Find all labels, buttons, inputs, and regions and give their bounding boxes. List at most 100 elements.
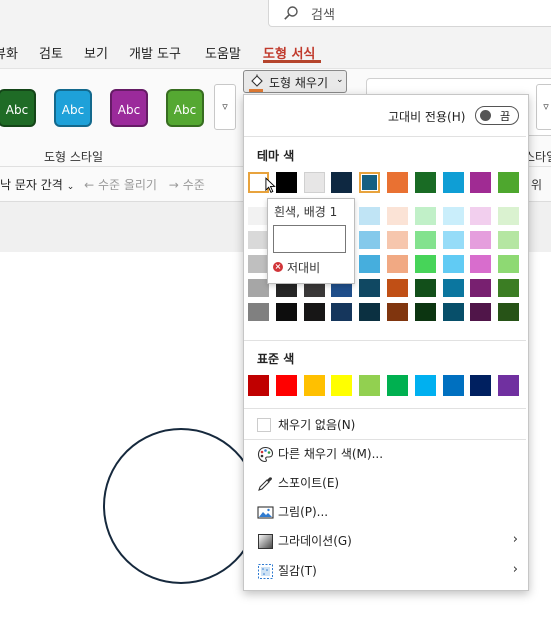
tooltip-color-name: 흰색, 배경 1 — [274, 205, 338, 219]
shape-style-2[interactable]: Abc — [54, 89, 92, 127]
theme-tint-swatch[interactable] — [443, 207, 464, 225]
gradient-icon — [258, 534, 273, 549]
theme-tint-swatch[interactable] — [359, 255, 380, 273]
theme-tint-swatch[interactable] — [470, 279, 491, 297]
shape-fill-button[interactable]: 도형 채우기 ⌄ — [243, 70, 347, 93]
theme-tint-swatch[interactable] — [359, 279, 380, 297]
dropdown-divider — [244, 340, 526, 341]
no-fill-item[interactable]: 채우기 없음(N) — [244, 411, 526, 439]
menu-item-label: 질감(T) — [278, 564, 317, 578]
gradient-fill-item[interactable]: 그라데이션(G) › — [244, 527, 526, 555]
standard-colors-title: 표준 색 — [257, 352, 295, 366]
theme-tint-swatch[interactable] — [498, 207, 519, 225]
theme-tint-swatch[interactable] — [276, 303, 297, 321]
tab-help[interactable]: 도움말 — [205, 43, 241, 62]
standard-color-swatch[interactable] — [498, 375, 519, 396]
theme-tint-swatch[interactable] — [470, 207, 491, 225]
standard-color-swatch[interactable] — [470, 375, 491, 396]
standard-color-swatch[interactable] — [331, 375, 352, 396]
theme-color-swatch[interactable] — [304, 172, 325, 193]
theme-color-swatch[interactable] — [443, 172, 464, 193]
theme-tint-swatch[interactable] — [359, 303, 380, 321]
fill-color-indicator — [249, 89, 263, 92]
standard-color-swatch[interactable] — [304, 375, 325, 396]
picture-fill-item[interactable]: 그림(P)... — [244, 498, 526, 526]
high-contrast-toggle[interactable]: 끔 — [475, 106, 519, 125]
promote-button[interactable]: 수준 올리기 — [98, 178, 157, 192]
theme-tint-swatch[interactable] — [248, 207, 269, 225]
tab-review[interactable]: 검토 — [39, 43, 63, 62]
shape-fill-label: 도형 채우기 — [269, 76, 329, 90]
search-box[interactable]: 검색 — [268, 0, 551, 27]
theme-tint-swatch[interactable] — [359, 207, 380, 225]
theme-tint-swatch[interactable] — [470, 255, 491, 273]
standard-color-swatch[interactable] — [359, 375, 380, 396]
theme-tint-swatch[interactable] — [415, 231, 436, 249]
theme-tint-swatch[interactable] — [415, 303, 436, 321]
menu-item-label: 스포이트(E) — [278, 476, 340, 490]
menu-item-label: 다른 채우기 색(M)... — [278, 447, 384, 461]
theme-tint-swatch[interactable] — [387, 279, 408, 297]
theme-tint-swatch[interactable] — [304, 303, 325, 321]
theme-tint-swatch[interactable] — [443, 279, 464, 297]
theme-tint-swatch[interactable] — [248, 255, 269, 273]
theme-color-swatch[interactable] — [359, 172, 380, 193]
theme-tint-swatch[interactable] — [248, 303, 269, 321]
theme-tint-swatch[interactable] — [387, 207, 408, 225]
shape-style-3[interactable]: Abc — [110, 89, 148, 127]
shape-style-1[interactable]: Abc — [0, 89, 36, 127]
theme-tint-swatch[interactable] — [443, 255, 464, 273]
theme-tint-swatch[interactable] — [248, 279, 269, 297]
text-spacing-button[interactable]: 문자 간격 — [15, 178, 63, 192]
theme-tint-swatch[interactable] — [498, 303, 519, 321]
standard-color-swatch[interactable] — [443, 375, 464, 396]
theme-tint-swatch[interactable] — [248, 231, 269, 249]
eyedropper-icon — [258, 477, 272, 491]
theme-tint-swatch[interactable] — [387, 255, 408, 273]
standard-color-swatch[interactable] — [248, 375, 269, 396]
standard-color-swatch[interactable] — [387, 375, 408, 396]
eyedropper-item[interactable]: 스포이트(E) — [244, 469, 526, 497]
theme-tint-swatch[interactable] — [498, 255, 519, 273]
chevron-down-icon: ⌄ — [336, 75, 344, 85]
theme-color-swatch[interactable] — [331, 172, 352, 193]
dropdown-divider — [244, 408, 526, 409]
theme-tint-swatch[interactable] — [470, 231, 491, 249]
texture-fill-item[interactable]: 질감(T) › — [244, 557, 526, 585]
theme-tint-swatch[interactable] — [443, 231, 464, 249]
theme-tint-swatch[interactable] — [387, 303, 408, 321]
left-arrow-icon: ← — [84, 178, 95, 192]
theme-tint-swatch[interactable] — [415, 279, 436, 297]
theme-tint-swatch[interactable] — [470, 303, 491, 321]
wordart-styles-more-button[interactable]: ▿ — [536, 84, 551, 130]
theme-tint-swatch[interactable] — [415, 255, 436, 273]
right-arrow-icon: → — [168, 178, 179, 192]
high-contrast-label: 고대비 전용(H) — [388, 110, 466, 124]
theme-color-swatch[interactable] — [415, 172, 436, 193]
shape-styles-more-button[interactable]: ▿ — [214, 84, 236, 130]
circle-shape[interactable] — [103, 428, 259, 584]
tab-view-partial[interactable]: 뷰화 — [0, 43, 18, 62]
shape-styles-group-label: 도형 스타일 — [44, 150, 104, 164]
theme-tint-swatch[interactable] — [498, 279, 519, 297]
demote-button[interactable]: 수준 — [183, 178, 205, 192]
theme-color-swatch[interactable] — [498, 172, 519, 193]
text-direction-button[interactable]: 위 — [531, 176, 542, 193]
shape-style-4[interactable]: Abc — [166, 89, 204, 127]
theme-color-swatch[interactable] — [387, 172, 408, 193]
toggle-knob — [480, 110, 491, 121]
theme-tint-swatch[interactable] — [331, 303, 352, 321]
standard-color-swatch[interactable] — [276, 375, 297, 396]
theme-color-swatch[interactable] — [470, 172, 491, 193]
theme-tint-swatch[interactable] — [359, 231, 380, 249]
chevron-down-icon: ⌄ — [66, 182, 75, 192]
theme-tint-swatch[interactable] — [443, 303, 464, 321]
tab-developer[interactable]: 개발 도구 — [129, 43, 181, 62]
theme-tint-swatch[interactable] — [415, 207, 436, 225]
more-fill-colors-item[interactable]: 다른 채우기 색(M)... — [244, 440, 526, 468]
theme-tint-swatch[interactable] — [387, 231, 408, 249]
standard-color-swatch[interactable] — [415, 375, 436, 396]
tab-view[interactable]: 보기 — [84, 43, 108, 62]
theme-color-swatch[interactable] — [276, 172, 297, 193]
theme-tint-swatch[interactable] — [498, 231, 519, 249]
